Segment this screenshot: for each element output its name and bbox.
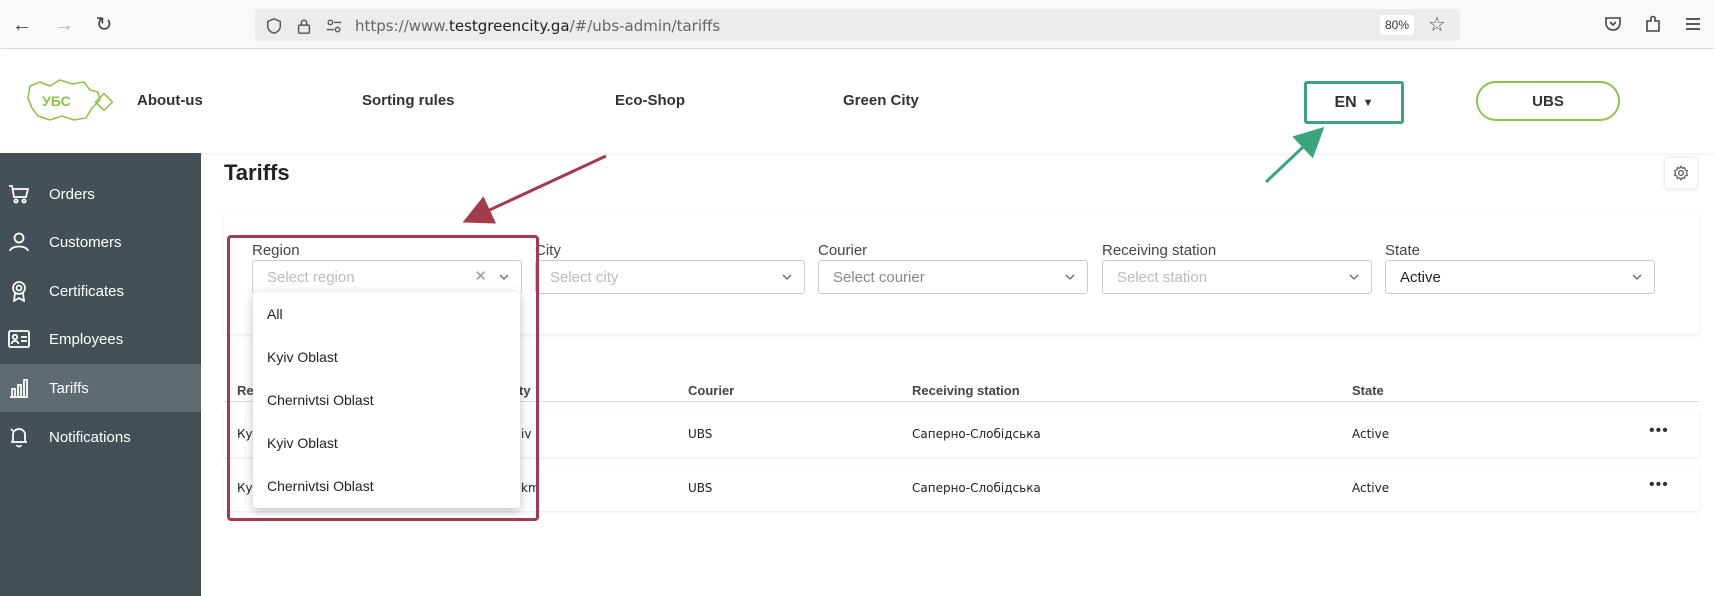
back-icon[interactable]: ← [10, 13, 34, 37]
bell-icon [8, 426, 30, 448]
nav-sorting-rules[interactable]: Sorting rules [362, 92, 455, 109]
person-icon [8, 231, 30, 253]
extensions-icon[interactable] [1643, 14, 1663, 34]
sidebar-item-customers[interactable]: Customers [0, 218, 201, 266]
city-placeholder: Select city [550, 269, 619, 286]
region-placeholder: Select region [267, 269, 355, 286]
column-header-state[interactable]: State [1352, 383, 1384, 398]
column-header-receiving-station[interactable]: Receiving station [912, 383, 1020, 398]
region-label: Region [252, 242, 300, 259]
region-option[interactable]: All [267, 306, 283, 322]
pocket-icon[interactable] [1603, 14, 1623, 34]
browser-toolbar: ← → ↻ https://www.testgreencity.ga/#/ubs… [0, 0, 1715, 49]
chevron-down-icon [499, 274, 509, 280]
certificate-icon [8, 280, 30, 302]
sidebar-item-label: Notifications [49, 428, 131, 446]
site-header: УБС About-us Sorting rules Eco-Shop Gree… [0, 49, 1715, 153]
station-placeholder: Select station [1117, 269, 1208, 286]
region-option[interactable]: Chernivtsi Oblast [267, 392, 374, 408]
sidebar-item-label: Tariffs [49, 379, 89, 397]
nav-about-us[interactable]: About-us [137, 92, 203, 109]
cell-city: km [521, 481, 540, 495]
city-select[interactable]: Select city [535, 260, 805, 294]
sidebar-item-notifications[interactable]: Notifications [0, 413, 201, 461]
ubs-logo[interactable]: УБС [26, 78, 116, 124]
language-label: EN [1334, 93, 1357, 111]
state-select[interactable]: Active [1385, 260, 1655, 294]
page-title: Tariffs [224, 160, 290, 185]
menu-icon[interactable] [1683, 14, 1703, 34]
clear-icon[interactable]: ✕ [474, 269, 487, 284]
nav-green-city[interactable]: Green City [843, 92, 919, 109]
sidebar-item-certificates[interactable]: Certificates [0, 267, 201, 315]
caret-down-icon: ▼ [1362, 96, 1374, 109]
language-selector[interactable]: EN ▼ [1304, 81, 1404, 124]
lock-icon[interactable] [295, 17, 313, 35]
url-domain: testgreencity.ga [448, 17, 570, 35]
url-path: /#/ubs-admin/tariffs [569, 17, 721, 35]
region-select[interactable]: Select region ✕ [252, 260, 522, 294]
courier-placeholder: Select courier [833, 269, 925, 286]
url-text[interactable]: https://www.testgreencity.ga/#/ubs-admin… [355, 17, 720, 35]
column-header-courier[interactable]: Courier [688, 383, 734, 398]
chevron-down-icon [1632, 274, 1642, 280]
sidebar-item-tariffs[interactable]: Tariffs [0, 364, 201, 412]
gear-icon [1673, 165, 1689, 181]
more-options-icon[interactable]: ••• [1649, 422, 1669, 440]
cell-region: Ку [237, 427, 253, 441]
cart-icon [8, 183, 30, 205]
cell-station: Саперно-Слобідська [912, 427, 1041, 441]
more-options-icon[interactable]: ••• [1649, 476, 1669, 494]
sidebar-item-label: Customers [49, 233, 122, 251]
annotation-red-arrow [462, 154, 607, 224]
ubs-button[interactable]: UBS [1476, 81, 1620, 121]
sidebar-item-orders[interactable]: Orders [0, 170, 201, 218]
logo-text: УБС [42, 93, 71, 109]
state-value: Active [1400, 269, 1441, 286]
station-label: Receiving station [1102, 242, 1217, 259]
chevron-down-icon [1349, 274, 1359, 280]
cell-state: Active [1352, 427, 1390, 441]
sidebar-item-label: Employees [49, 330, 124, 348]
cell-city: iv [521, 427, 532, 441]
cell-courier: UBS [688, 427, 713, 441]
sidebar-item-employees[interactable]: Employees [0, 315, 201, 363]
column-header-city[interactable]: ty [519, 383, 531, 398]
cell-state: Active [1352, 481, 1390, 495]
admin-sidebar: Orders Customers Certificates Employees … [0, 153, 201, 596]
address-bar[interactable]: https://www.testgreencity.ga/#/ubs-admin… [255, 9, 1460, 41]
cell-station: Саперно-Слобідська [912, 481, 1041, 495]
station-select[interactable]: Select station [1102, 260, 1372, 294]
bookmark-star-icon[interactable]: ☆ [1428, 15, 1446, 35]
region-option[interactable]: Chernivtsi Oblast [267, 478, 374, 494]
forward-icon[interactable]: → [52, 13, 76, 37]
region-option[interactable]: Kyiv Oblast [267, 349, 338, 365]
chevron-down-icon [782, 274, 792, 280]
courier-select[interactable]: Select courier [818, 260, 1088, 294]
chart-icon [8, 377, 30, 399]
region-dropdown-list: All Kyiv Oblast Chernivtsi Oblast Kyiv O… [253, 292, 520, 508]
column-settings-button[interactable] [1664, 157, 1698, 189]
courier-label: Courier [818, 242, 868, 259]
nav-eco-shop[interactable]: Eco-Shop [615, 92, 685, 109]
cell-courier: UBS [688, 481, 713, 495]
city-label: City [535, 242, 561, 259]
url-prefix: https://www. [355, 17, 449, 35]
sidebar-item-label: Orders [49, 185, 95, 203]
zoom-level[interactable]: 80% [1380, 15, 1414, 35]
region-option[interactable]: Kyiv Oblast [267, 435, 338, 451]
state-label: State [1385, 242, 1421, 259]
cell-region: Ку [237, 481, 253, 495]
column-header-region[interactable]: Re [237, 383, 254, 398]
shield-icon[interactable] [265, 17, 283, 35]
sidebar-item-label: Certificates [49, 282, 125, 300]
chevron-down-icon [1065, 274, 1075, 280]
id-card-icon [8, 328, 30, 350]
permissions-icon[interactable] [325, 17, 343, 35]
reload-icon[interactable]: ↻ [92, 13, 116, 37]
